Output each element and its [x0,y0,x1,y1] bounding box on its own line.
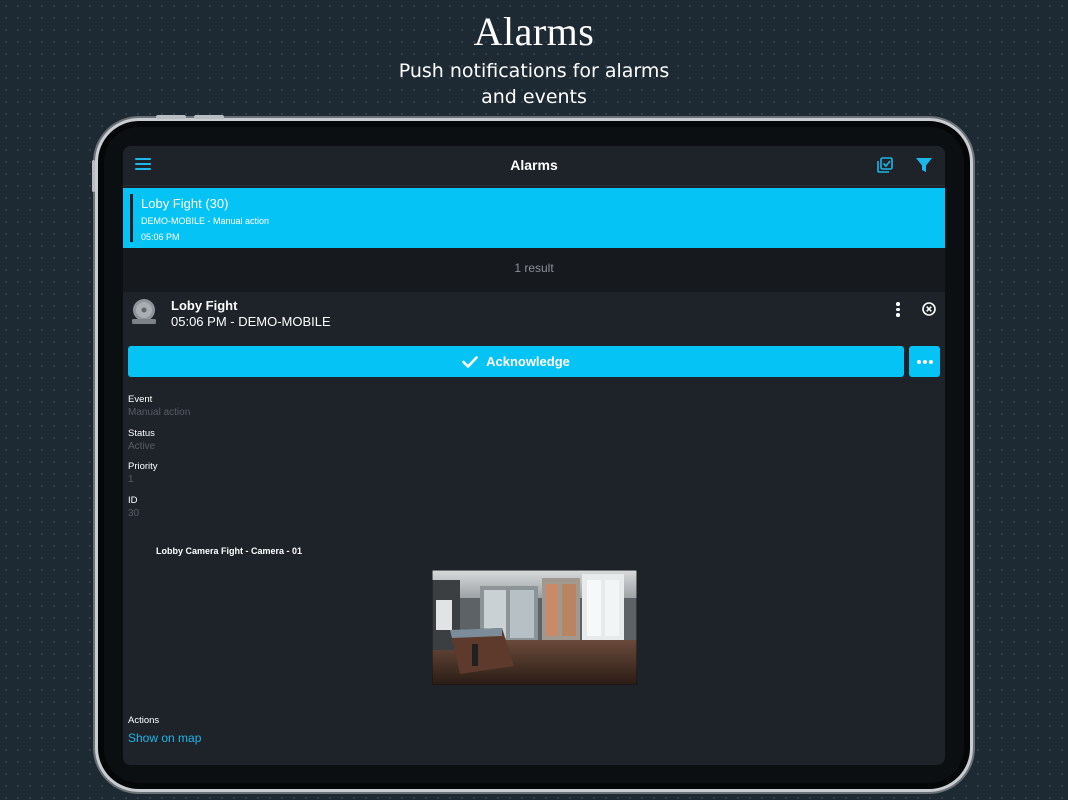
nav-title: Alarms [510,157,558,173]
app-screen: Alarms Loby Fight (30) DEMO-MOBILE - Man… [123,146,945,765]
multi-select-icon[interactable] [877,157,893,173]
show-on-map-link[interactable]: Show on map [128,731,201,745]
result-count: 1 result [123,248,945,292]
field-label-event: Event [128,394,153,405]
detail-subtitle: 05:06 PM - DEMO-MOBILE [171,314,331,329]
close-icon[interactable] [922,302,936,316]
field-label-status: Status [128,428,155,439]
tablet-top-button [156,115,186,119]
hero-subtitle: Push notifications for alarms and events [398,60,670,108]
checkmark-icon [462,355,478,368]
field-label-priority: Priority [128,461,158,472]
field-value-id: 30 [128,508,140,519]
acknowledge-button[interactable]: Acknowledge [128,346,904,377]
acknowledge-label: Acknowledge [486,354,570,369]
field-value-status: Active [128,441,156,452]
alarm-item-subtitle: DEMO-MOBILE - Manual action [141,216,270,226]
actions-label: Actions [128,715,160,726]
tablet-top-button [194,115,224,119]
alarm-item-title: Loby Fight (30) [141,196,229,211]
alarm-bell-icon [132,299,156,324]
field-label-id: ID [128,495,138,506]
detail-title: Loby Fight [171,298,238,313]
selection-indicator [130,194,133,242]
camera-title: Lobby Camera Fight - Camera - 01 [156,546,303,556]
navigation-bar: Alarms [123,146,945,186]
filter-funnel-icon[interactable] [915,156,933,174]
alarm-list-item[interactable]: Loby Fight (30) DEMO-MOBILE - Manual act… [123,188,945,248]
tablet-side-button [92,160,95,192]
field-value-priority: 1 [128,474,134,485]
more-actions-button[interactable] [909,346,940,377]
hero-title: Alarms [473,9,595,54]
more-options-icon[interactable] [895,302,901,318]
alarm-detail-panel: Loby Fight 05:06 PM - DEMO-MOBILE Acknow… [123,293,945,765]
camera-snapshot[interactable] [432,570,637,685]
field-value-event: Manual action [128,407,191,418]
alarm-item-time: 05:06 PM [141,232,180,242]
